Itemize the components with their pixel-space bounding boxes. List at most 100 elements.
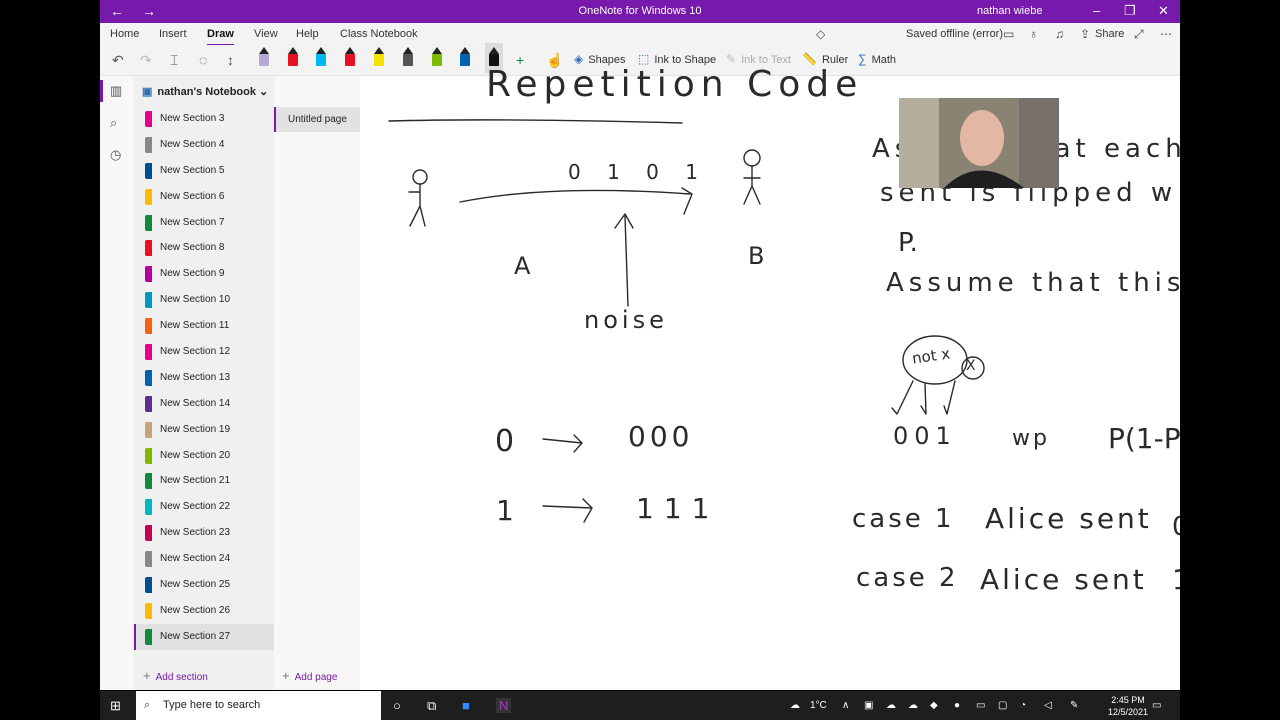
fullscreen-icon[interactable]: ⤢ — [1134, 27, 1144, 42]
add-section-button[interactable]: + Add section — [143, 668, 208, 683]
section-item[interactable]: New Section 13 — [134, 365, 274, 391]
section-item[interactable]: New Section 6 — [134, 184, 274, 210]
section-label: New Section 24 — [160, 553, 231, 565]
page-item[interactable]: Untitled page — [274, 107, 360, 132]
section-label: New Section 12 — [160, 346, 231, 358]
share-icon[interactable]: ⇪ — [1080, 27, 1090, 41]
section-item[interactable]: New Section 9 — [134, 261, 274, 287]
tab-view[interactable]: View — [254, 28, 278, 40]
section-item[interactable]: New Section 8 — [134, 235, 274, 261]
encode-zero-output: 000 — [628, 420, 694, 453]
sync-status[interactable]: Saved offline (error) — [906, 28, 1003, 40]
share-button[interactable]: Share — [1095, 28, 1124, 40]
user-name[interactable]: nathan wiebe — [977, 5, 1042, 17]
section-item[interactable]: New Section 24 — [134, 546, 274, 572]
maximize-icon[interactable]: ❐ — [1124, 3, 1136, 19]
section-color-tab — [145, 318, 152, 335]
tab-insert[interactable]: Insert — [159, 28, 187, 40]
tab-draw[interactable]: Draw — [207, 28, 234, 46]
dropbox-icon[interactable]: ◆ — [930, 700, 938, 711]
undo-icon[interactable]: ↶ — [112, 52, 124, 69]
microphone-icon[interactable]: ● — [954, 700, 960, 711]
section-item[interactable]: New Section 10 — [134, 287, 274, 313]
cortana-icon[interactable]: ○ — [393, 698, 401, 713]
section-color-tab — [145, 602, 152, 619]
section-item[interactable]: New Section 5 — [134, 158, 274, 184]
notebook-selector[interactable]: ▣ nathan's Notebook ⌄ — [142, 85, 268, 98]
bob-head — [743, 149, 761, 167]
taskbar: ⊞ ⌕ Type here to search ○ ⧉ ■ N ☁ 1°C ∧ … — [100, 691, 1180, 720]
clock-time: 2:45 PM — [1111, 695, 1145, 705]
tab-help[interactable]: Help — [296, 28, 319, 40]
taskbar-search[interactable]: ⌕ Type here to search — [136, 691, 381, 720]
show-hidden-icons-icon[interactable]: ∧ — [842, 700, 849, 711]
section-item[interactable]: New Section 27 — [134, 623, 274, 650]
section-item[interactable]: New Section 21 — [134, 468, 274, 494]
math-button[interactable]: ∑ Math — [858, 52, 896, 66]
section-item[interactable]: New Section 11 — [134, 313, 274, 339]
section-item[interactable]: New Section 7 — [134, 210, 274, 236]
notification-icon[interactable]: ▭ — [1152, 700, 1161, 711]
clock[interactable]: 2:45 PM 12/5/2021 — [1108, 694, 1148, 718]
eraser-pen-icon[interactable] — [259, 47, 269, 69]
add-space-icon[interactable]: ↕ — [227, 52, 234, 68]
add-page-button[interactable]: + Add page — [282, 668, 337, 683]
notebooks-icon[interactable]: ▥ — [110, 83, 122, 99]
network-icon[interactable]: ◔ — [1020, 700, 1026, 711]
gray-pen-icon[interactable] — [403, 47, 413, 69]
section-item[interactable]: New Section 23 — [134, 520, 274, 546]
section-item[interactable]: New Section 22 — [134, 494, 274, 520]
section-item[interactable]: New Section 26 — [134, 598, 274, 624]
task-view-icon[interactable]: ⧉ — [427, 698, 436, 714]
onedrive-icon[interactable]: ☁ — [886, 700, 896, 711]
search-icon[interactable]: ⌕ — [110, 115, 117, 131]
volume-icon[interactable]: ◁ — [1044, 700, 1052, 711]
camera-icon[interactable]: ▭ — [976, 700, 985, 711]
lasso-select-icon[interactable]: ◌ — [199, 52, 207, 68]
lightbulb-icon[interactable]: ♁ — [1029, 27, 1038, 41]
onedrive-business-icon[interactable]: ☁ — [908, 700, 918, 711]
tab-home[interactable]: Home — [110, 28, 139, 40]
section-item[interactable]: New Section 3 — [134, 106, 274, 132]
blue-pen-icon[interactable] — [316, 47, 326, 69]
dark-blue-pen-icon[interactable] — [460, 47, 470, 69]
section-label: New Section 8 — [160, 242, 225, 254]
minimize-icon[interactable]: – — [1093, 3, 1100, 18]
red-pen-2-icon[interactable] — [345, 47, 355, 69]
probability-expression: P(1-P)2 — [1108, 422, 1180, 455]
sections-pane: ▣nathan's Notebook ⌄ ⇅ New Section 3New … — [134, 76, 343, 690]
device-icon[interactable]: ▭ — [1003, 27, 1014, 41]
windows-start-icon[interactable]: ⊞ — [110, 698, 121, 714]
temperature[interactable]: 1°C — [810, 700, 827, 711]
tab-class-notebook[interactable]: Class Notebook — [340, 28, 418, 40]
lightbulb-diamond-icon[interactable]: ◇ — [816, 27, 825, 41]
section-item[interactable]: New Section 25 — [134, 572, 274, 598]
bell-icon[interactable]: ♫ — [1055, 27, 1064, 41]
title-bar: ← → OneNote for Windows 10 nathan wiebe … — [100, 0, 1180, 23]
section-item[interactable]: New Section 14 — [134, 391, 274, 417]
yellow-highlighter-icon[interactable] — [374, 47, 384, 69]
red-pen-icon[interactable] — [288, 47, 298, 69]
zoom-app-icon[interactable]: ■ — [462, 698, 470, 713]
section-label: New Section 13 — [160, 371, 231, 383]
section-item[interactable]: New Section 20 — [134, 443, 274, 469]
recent-clock-icon[interactable]: ◷ — [110, 147, 121, 163]
section-item[interactable]: New Section 12 — [134, 339, 274, 365]
display-icon[interactable]: ▢ — [998, 700, 1007, 711]
pen-icon[interactable]: ✎ — [1070, 700, 1078, 711]
section-item[interactable]: New Section 4 — [134, 132, 274, 158]
section-label: New Section 19 — [160, 423, 231, 435]
section-label: New Section 25 — [160, 579, 231, 591]
type-select-icon[interactable]: ⌶ — [170, 52, 178, 69]
nav-rail: ▥ ⌕ ◷ — [100, 76, 134, 690]
section-color-tab — [145, 188, 152, 205]
tray-app-icon[interactable]: ▣ — [864, 700, 873, 711]
more-options-icon[interactable]: ⋯ — [1160, 27, 1172, 41]
zero-encode-arrow — [542, 434, 583, 453]
green-pen-icon[interactable] — [432, 47, 442, 69]
redo-icon[interactable]: ↷ — [140, 52, 152, 69]
weather-icon[interactable]: ☁ — [790, 700, 800, 711]
section-item[interactable]: New Section 19 — [134, 417, 274, 443]
close-icon[interactable]: ✕ — [1158, 3, 1169, 19]
onenote-app-icon[interactable]: N — [496, 698, 512, 713]
